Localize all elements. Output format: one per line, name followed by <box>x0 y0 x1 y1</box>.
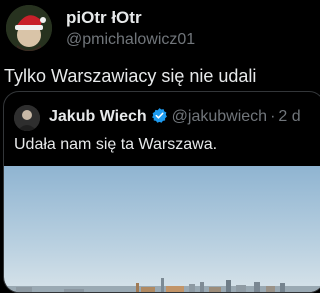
city-skyline-photo-icon <box>4 166 320 292</box>
quoted-display-name[interactable]: Jakub Wiech <box>49 108 147 125</box>
quoted-tweet-header: Jakub Wiech @jakubwiech · 2 d <box>49 107 301 126</box>
tweet-text: Tylko Warszawiacy się nie udali <box>4 66 257 86</box>
person-avatar-icon <box>14 105 40 131</box>
display-name[interactable]: piOtr łOtr <box>66 8 142 28</box>
quoted-timestamp[interactable]: 2 d <box>278 108 300 125</box>
tweet[interactable]: piOtr łOtr @pmichalowicz01 Tylko Warszaw… <box>0 0 320 293</box>
verified-badge-icon <box>151 107 168 124</box>
quoted-avatar[interactable] <box>14 105 40 131</box>
user-handle[interactable]: @pmichalowicz01 <box>66 31 195 49</box>
quoted-media-image[interactable] <box>4 166 320 292</box>
santa-hat-avatar-icon <box>6 5 52 51</box>
quoted-tweet-card[interactable]: Jakub Wiech @jakubwiech · 2 d Udała nam się… <box>3 91 320 293</box>
separator-dot: · <box>270 108 276 125</box>
quoted-tweet-text: Udała nam się ta Warszawa. <box>14 136 218 153</box>
avatar[interactable] <box>6 5 52 51</box>
quoted-handle[interactable]: @jakubwiech <box>172 108 267 125</box>
